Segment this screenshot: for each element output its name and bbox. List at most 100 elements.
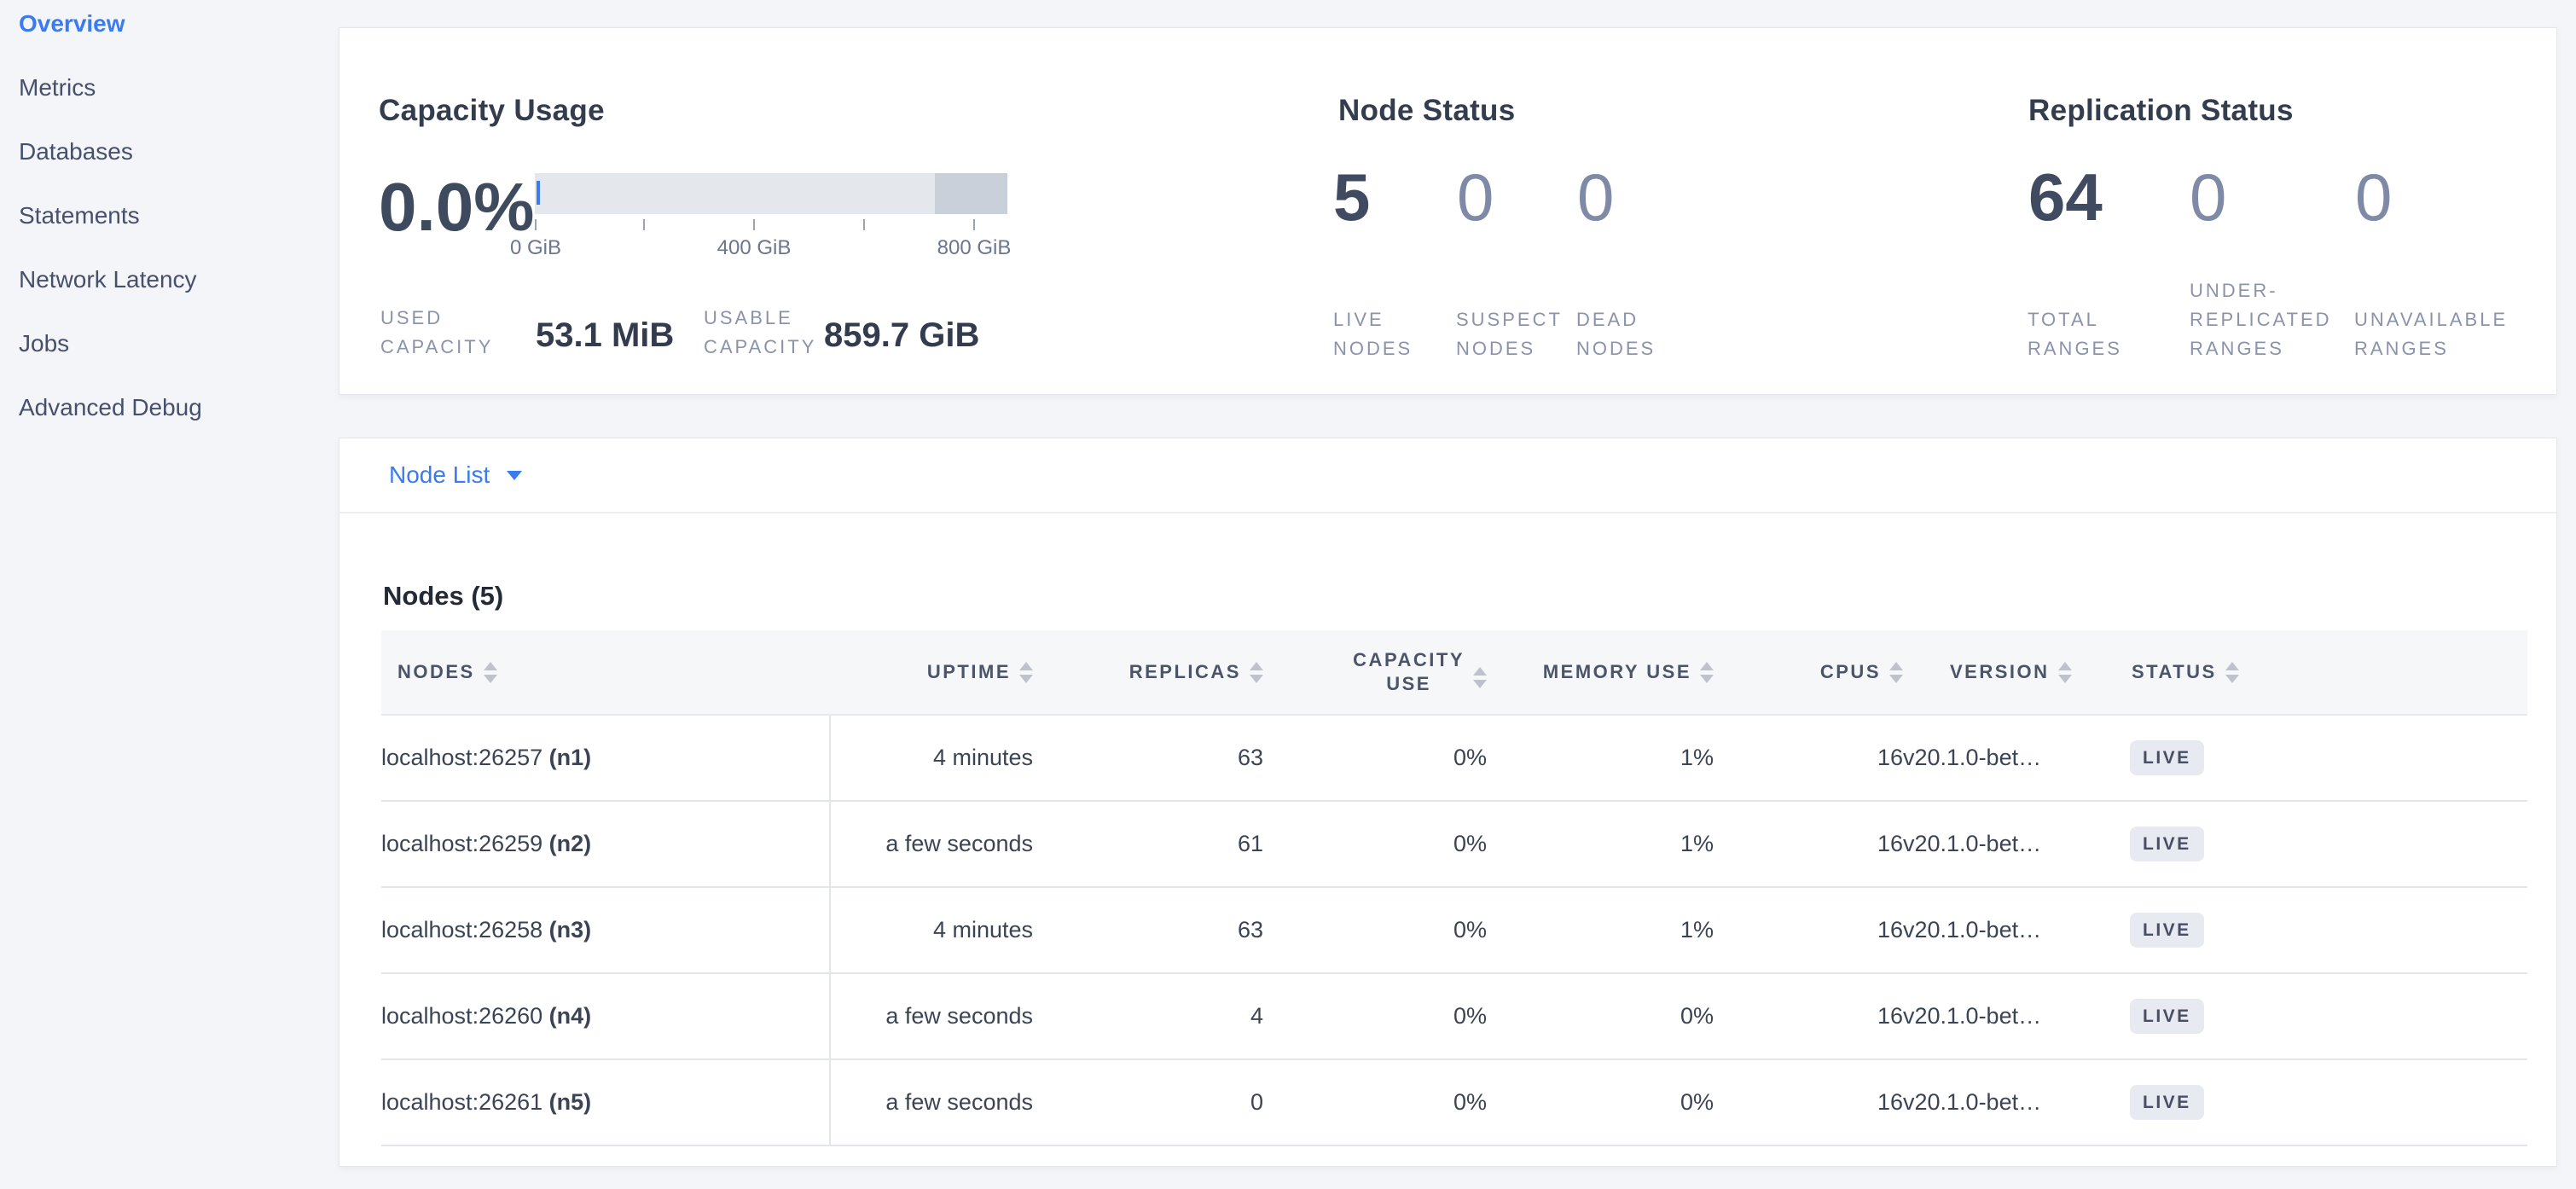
table-row-node-5[interactable]: localhost:26261 (n5) a few seconds 0 0% … — [381, 1059, 2527, 1146]
node-cpus: 16 — [1714, 801, 1903, 887]
under-replicated-ranges-label: UNDER- REPLICATED RANGES — [2190, 276, 2332, 363]
capacity-used-percent: 0.0% — [379, 171, 534, 243]
node-memory-use: 0% — [1487, 973, 1714, 1059]
node-replicas: 4 — [1033, 973, 1263, 1059]
node-id: (n4) — [549, 1003, 592, 1029]
node-memory-use: 1% — [1487, 715, 1714, 801]
node-cpus: 16 — [1714, 887, 1903, 973]
node-memory-use: 1% — [1487, 801, 1714, 887]
table-row-node-4[interactable]: localhost:26260 (n4) a few seconds 4 0% … — [381, 973, 2527, 1059]
node-status-cell: LIVE — [2130, 715, 2527, 801]
dead-nodes-count: 0 — [1577, 161, 1614, 233]
used-capacity-label: USED CAPACITY — [380, 304, 493, 362]
sidebar-item-network-latency[interactable]: Network Latency — [0, 247, 338, 311]
node-capacity-use: 0% — [1263, 801, 1487, 887]
nodes-table: NODES UPTIME REPLICAS CAPACITYUSE — [381, 630, 2527, 1146]
node-version: v20.1.0-bet… — [1903, 973, 2130, 1059]
node-cpus: 16 — [1714, 1059, 1903, 1146]
status-badge: LIVE — [2130, 826, 2204, 861]
suspect-nodes-label: SUSPECT NODES — [1456, 305, 1563, 363]
node-address[interactable]: localhost:26260 (n4) — [381, 973, 830, 1059]
usable-capacity-value: 859.7 GiB — [824, 315, 979, 356]
sidebar-item-advanced-debug[interactable]: Advanced Debug — [0, 375, 338, 439]
table-row-node-3[interactable]: localhost:26258 (n3) 4 minutes 63 0% 1% … — [381, 887, 2527, 973]
sidebar-item-overview[interactable]: Overview — [0, 0, 338, 55]
node-status-cell: LIVE — [2130, 887, 2527, 973]
capacity-bar-used-marker — [537, 181, 540, 205]
replication-status-title: Replication Status — [2028, 94, 2294, 128]
node-replicas: 61 — [1033, 801, 1263, 887]
node-address[interactable]: localhost:26259 (n2) — [381, 801, 830, 887]
status-badge: LIVE — [2130, 999, 2204, 1034]
table-row-node-2[interactable]: localhost:26259 (n2) a few seconds 61 0%… — [381, 801, 2527, 887]
node-replicas: 63 — [1033, 715, 1263, 801]
node-capacity-use: 0% — [1263, 1059, 1487, 1146]
node-capacity-use: 0% — [1263, 887, 1487, 973]
suspect-nodes-count: 0 — [1457, 161, 1494, 233]
capacity-bar — [535, 173, 1007, 214]
node-capacity-use: 0% — [1263, 715, 1487, 801]
node-version: v20.1.0-bet… — [1903, 801, 2130, 887]
axis-label-400gib: 400 GiB — [717, 236, 792, 260]
under-replicated-ranges-count: 0 — [2190, 161, 2226, 233]
node-status-cell: LIVE — [2130, 801, 2527, 887]
sidebar-item-statements[interactable]: Statements — [0, 183, 338, 247]
node-list-card: Node List Nodes (5) NODES UPTIME REPLICA… — [339, 438, 2557, 1167]
node-version: v20.1.0-bet… — [1903, 887, 2130, 973]
column-header-replicas[interactable]: REPLICAS — [1033, 630, 1263, 715]
node-memory-use: 1% — [1487, 887, 1714, 973]
node-address[interactable]: localhost:26258 (n3) — [381, 887, 830, 973]
used-capacity-value: 53.1 MiB — [536, 315, 674, 356]
node-list-dropdown-row: Node List — [339, 438, 2556, 513]
node-capacity-use: 0% — [1263, 973, 1487, 1059]
node-status-cell: LIVE — [2130, 1059, 2527, 1146]
node-version: v20.1.0-bet… — [1903, 715, 2130, 801]
sidebar-nav: Overview Metrics Databases Statements Ne… — [0, 0, 338, 439]
column-header-nodes[interactable]: NODES — [381, 630, 830, 715]
sort-icon — [1019, 662, 1033, 683]
status-badge: LIVE — [2130, 913, 2204, 948]
sidebar-item-metrics[interactable]: Metrics — [0, 55, 338, 119]
sort-icon — [2058, 662, 2072, 683]
node-list-dropdown-label: Node List — [389, 461, 490, 489]
node-list-dropdown[interactable]: Node List — [389, 461, 522, 489]
live-nodes-count: 5 — [1333, 161, 1370, 233]
total-ranges-count: 64 — [2028, 161, 2103, 233]
column-header-version[interactable]: VERSION — [1903, 630, 2130, 715]
usable-capacity-label: USABLE CAPACITY — [704, 304, 816, 362]
node-cpus: 16 — [1714, 973, 1903, 1059]
column-header-cpus[interactable]: CPUS — [1714, 630, 1903, 715]
nodes-table-header-row: NODES UPTIME REPLICAS CAPACITYUSE — [381, 630, 2527, 715]
sort-icon — [1889, 662, 1903, 683]
sort-icon — [1473, 667, 1487, 688]
node-status-cell: LIVE — [2130, 973, 2527, 1059]
node-address[interactable]: localhost:26261 (n5) — [381, 1059, 830, 1146]
column-header-uptime[interactable]: UPTIME — [830, 630, 1033, 715]
nodes-count-heading: Nodes (5) — [383, 581, 503, 612]
unavailable-ranges-count: 0 — [2355, 161, 2392, 233]
chevron-down-icon — [507, 471, 522, 480]
node-uptime: 4 minutes — [830, 715, 1033, 801]
live-nodes-label: LIVE NODES — [1333, 305, 1413, 363]
status-badge: LIVE — [2130, 740, 2204, 775]
axis-label-0gib: 0 GiB — [510, 236, 561, 260]
unavailable-ranges-label: UNAVAILABLE RANGES — [2354, 305, 2508, 363]
total-ranges-label: TOTAL RANGES — [2028, 305, 2122, 363]
node-uptime: a few seconds — [830, 801, 1033, 887]
table-row-node-1[interactable]: localhost:26257 (n1) 4 minutes 63 0% 1% … — [381, 715, 2527, 801]
node-id: (n3) — [549, 917, 592, 942]
sidebar-item-databases[interactable]: Databases — [0, 119, 338, 183]
node-uptime: 4 minutes — [830, 887, 1033, 973]
sort-icon — [2225, 662, 2239, 683]
cluster-summary-card: Capacity Usage 0.0% 0 GiB 400 GiB 800 Gi… — [339, 27, 2557, 395]
capacity-axis-labels: 0 GiB 400 GiB 800 GiB — [535, 236, 1007, 262]
column-header-status[interactable]: STATUS — [2130, 630, 2527, 715]
node-replicas: 63 — [1033, 887, 1263, 973]
node-address[interactable]: localhost:26257 (n1) — [381, 715, 830, 801]
node-id: (n1) — [549, 745, 592, 770]
node-id: (n5) — [549, 1089, 592, 1115]
sidebar-item-jobs[interactable]: Jobs — [0, 311, 338, 375]
column-header-memory-use[interactable]: MEMORY USE — [1487, 630, 1714, 715]
column-header-capacity-use[interactable]: CAPACITYUSE — [1263, 630, 1487, 715]
node-replicas: 0 — [1033, 1059, 1263, 1146]
